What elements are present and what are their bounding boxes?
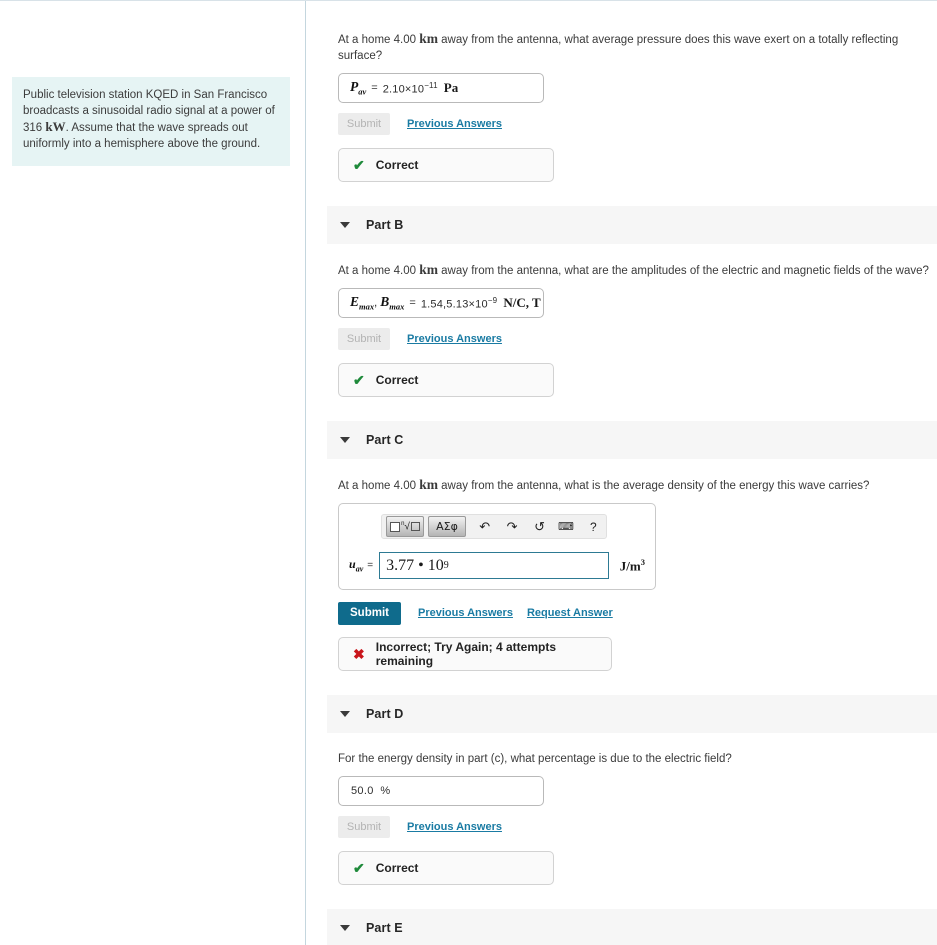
greek-symbols-icon[interactable]: ΑΣφ — [428, 516, 466, 537]
problem-statement: Public television station KQED in San Fr… — [12, 77, 290, 166]
part-d-answer-value: 50.0 — [351, 785, 374, 797]
part-d-answer-unit: % — [380, 785, 391, 797]
part-b-answer-variable-2: Bmax — [380, 294, 405, 312]
part-b-feedback: ✔ Correct — [338, 363, 554, 397]
part-c-answer-variable: uav — [349, 557, 364, 574]
part-e-header[interactable]: Part E — [327, 909, 937, 945]
part-b-header[interactable]: Part B — [327, 206, 937, 244]
part-a-question-unit: km — [419, 31, 438, 46]
part-c-header[interactable]: Part C — [327, 421, 937, 459]
part-a-submit-row: Submit Previous Answers — [338, 113, 937, 135]
part-c-answer-value: 3.77 • 10 — [386, 556, 444, 574]
part-a-body: At a home 4.00 km away from the antenna,… — [306, 1, 937, 182]
part-a-feedback-text: Correct — [375, 158, 419, 172]
part-c-question-pre: At a home 4.00 — [338, 480, 420, 492]
part-a-answer-variable: Pav — [350, 79, 367, 97]
right-panel: At a home 4.00 km away from the antenna,… — [306, 1, 937, 945]
part-b-answer-value: 1.54,5.13×10−9 — [420, 295, 498, 311]
part-c-title: Part C — [366, 433, 404, 447]
part-e-title: Part E — [366, 921, 403, 935]
part-b-answer-unit: N/C, T — [503, 295, 541, 310]
part-c-answer-unit: J/m3 — [619, 556, 645, 574]
part-b-equals: = — [409, 297, 416, 309]
part-d-feedback-text: Correct — [375, 861, 419, 875]
part-a-answer-field[interactable]: Pav = 2.10×10−11 Pa — [338, 73, 544, 103]
help-icon[interactable]: ? — [583, 517, 604, 536]
part-d-body: For the energy density in part (c), what… — [306, 733, 937, 885]
part-b-feedback-text: Correct — [375, 373, 419, 387]
part-a-question-pre: At a home 4.00 — [338, 34, 420, 46]
check-icon: ✔ — [353, 371, 365, 388]
part-b-body: At a home 4.00 km away from the antenna,… — [306, 244, 937, 397]
math-toolbar: n√ ΑΣφ ↶ ↷ ↺ ⌨ ? — [381, 514, 607, 539]
part-a-question: At a home 4.00 km away from the antenna,… — [338, 1, 937, 73]
part-a-feedback: ✔ Correct — [338, 148, 554, 182]
cross-icon: ✖ — [353, 645, 365, 662]
part-a-submit-button[interactable]: Submit — [338, 113, 390, 135]
page-root: Public television station KQED in San Fr… — [0, 0, 937, 945]
part-c-submit-row: Submit Previous Answers Request Answer — [338, 601, 937, 625]
undo-icon[interactable]: ↶ — [474, 517, 495, 536]
problem-power-unit: kW — [45, 119, 66, 134]
part-d-title: Part D — [366, 707, 404, 721]
left-panel: Public television station KQED in San Fr… — [0, 1, 306, 945]
part-c-previous-answers-link[interactable]: Previous Answers — [418, 607, 513, 619]
part-c-body: At a home 4.00 km away from the antenna,… — [306, 459, 937, 671]
part-b-submit-row: Submit Previous Answers — [338, 328, 937, 350]
part-b-title: Part B — [366, 218, 404, 232]
reset-icon[interactable]: ↺ — [529, 517, 550, 536]
part-c-submit-button[interactable]: Submit — [338, 601, 401, 625]
part-c-question: At a home 4.00 km away from the antenna,… — [338, 459, 937, 503]
part-c-equals: = — [367, 560, 374, 571]
part-c-answer-exponent: 9 — [443, 560, 449, 571]
part-c-question-post: away from the antenna, what is the avera… — [437, 480, 870, 492]
part-d-feedback: ✔ Correct — [338, 851, 554, 885]
check-icon: ✔ — [353, 859, 365, 876]
part-b-answer-field[interactable]: Emax, Bmax = 1.54,5.13×10−9 N/C, T — [338, 288, 544, 318]
redo-icon[interactable]: ↷ — [501, 517, 522, 536]
part-b-question-pre: At a home 4.00 — [338, 265, 420, 277]
part-d-previous-answers-link[interactable]: Previous Answers — [407, 821, 502, 833]
part-c-question-unit: km — [419, 477, 438, 492]
part-d-answer-field[interactable]: 50.0 % — [338, 776, 544, 806]
part-b-submit-button[interactable]: Submit — [338, 328, 390, 350]
part-b-question-post: away from the antenna, what are the ampl… — [437, 265, 929, 277]
part-a-equals: = — [371, 82, 378, 94]
part-b-question-unit: km — [419, 262, 438, 277]
part-c-answer-input[interactable]: 3.77 • 10 9 — [379, 552, 609, 579]
part-d-submit-row: Submit Previous Answers — [338, 816, 937, 838]
chevron-down-icon[interactable] — [340, 437, 350, 443]
part-d-question: For the energy density in part (c), what… — [338, 753, 732, 765]
chevron-down-icon[interactable] — [340, 925, 350, 931]
part-c-input-row: uav = 3.77 • 10 9 J/m3 — [349, 552, 645, 579]
math-template-icon[interactable]: n√ — [386, 516, 424, 537]
part-c-feedback-text: Incorrect; Try Again; 4 attempts remaini… — [375, 640, 556, 668]
part-a-previous-answers-link[interactable]: Previous Answers — [407, 118, 502, 130]
part-a-answer-unit: Pa — [443, 80, 459, 95]
part-d-header[interactable]: Part D — [327, 695, 937, 733]
part-b-question: At a home 4.00 km away from the antenna,… — [338, 244, 937, 288]
check-icon: ✔ — [353, 156, 365, 173]
part-c-feedback: ✖ Incorrect; Try Again; 4 attempts remai… — [338, 637, 612, 671]
chevron-down-icon[interactable] — [340, 711, 350, 717]
chevron-down-icon[interactable] — [340, 222, 350, 228]
part-d-submit-button[interactable]: Submit — [338, 816, 390, 838]
keyboard-icon[interactable]: ⌨ — [555, 517, 576, 536]
part-b-previous-answers-link[interactable]: Previous Answers — [407, 333, 502, 345]
part-c-answer-widget: n√ ΑΣφ ↶ ↷ ↺ ⌨ ? uav = 3.77 • 10 9 J/m3 — [338, 503, 656, 590]
part-c-request-answer-link[interactable]: Request Answer — [527, 607, 613, 619]
part-b-answer-variable-1: Emax — [350, 294, 375, 312]
part-a-answer-value: 2.10×10−11 — [382, 80, 438, 96]
